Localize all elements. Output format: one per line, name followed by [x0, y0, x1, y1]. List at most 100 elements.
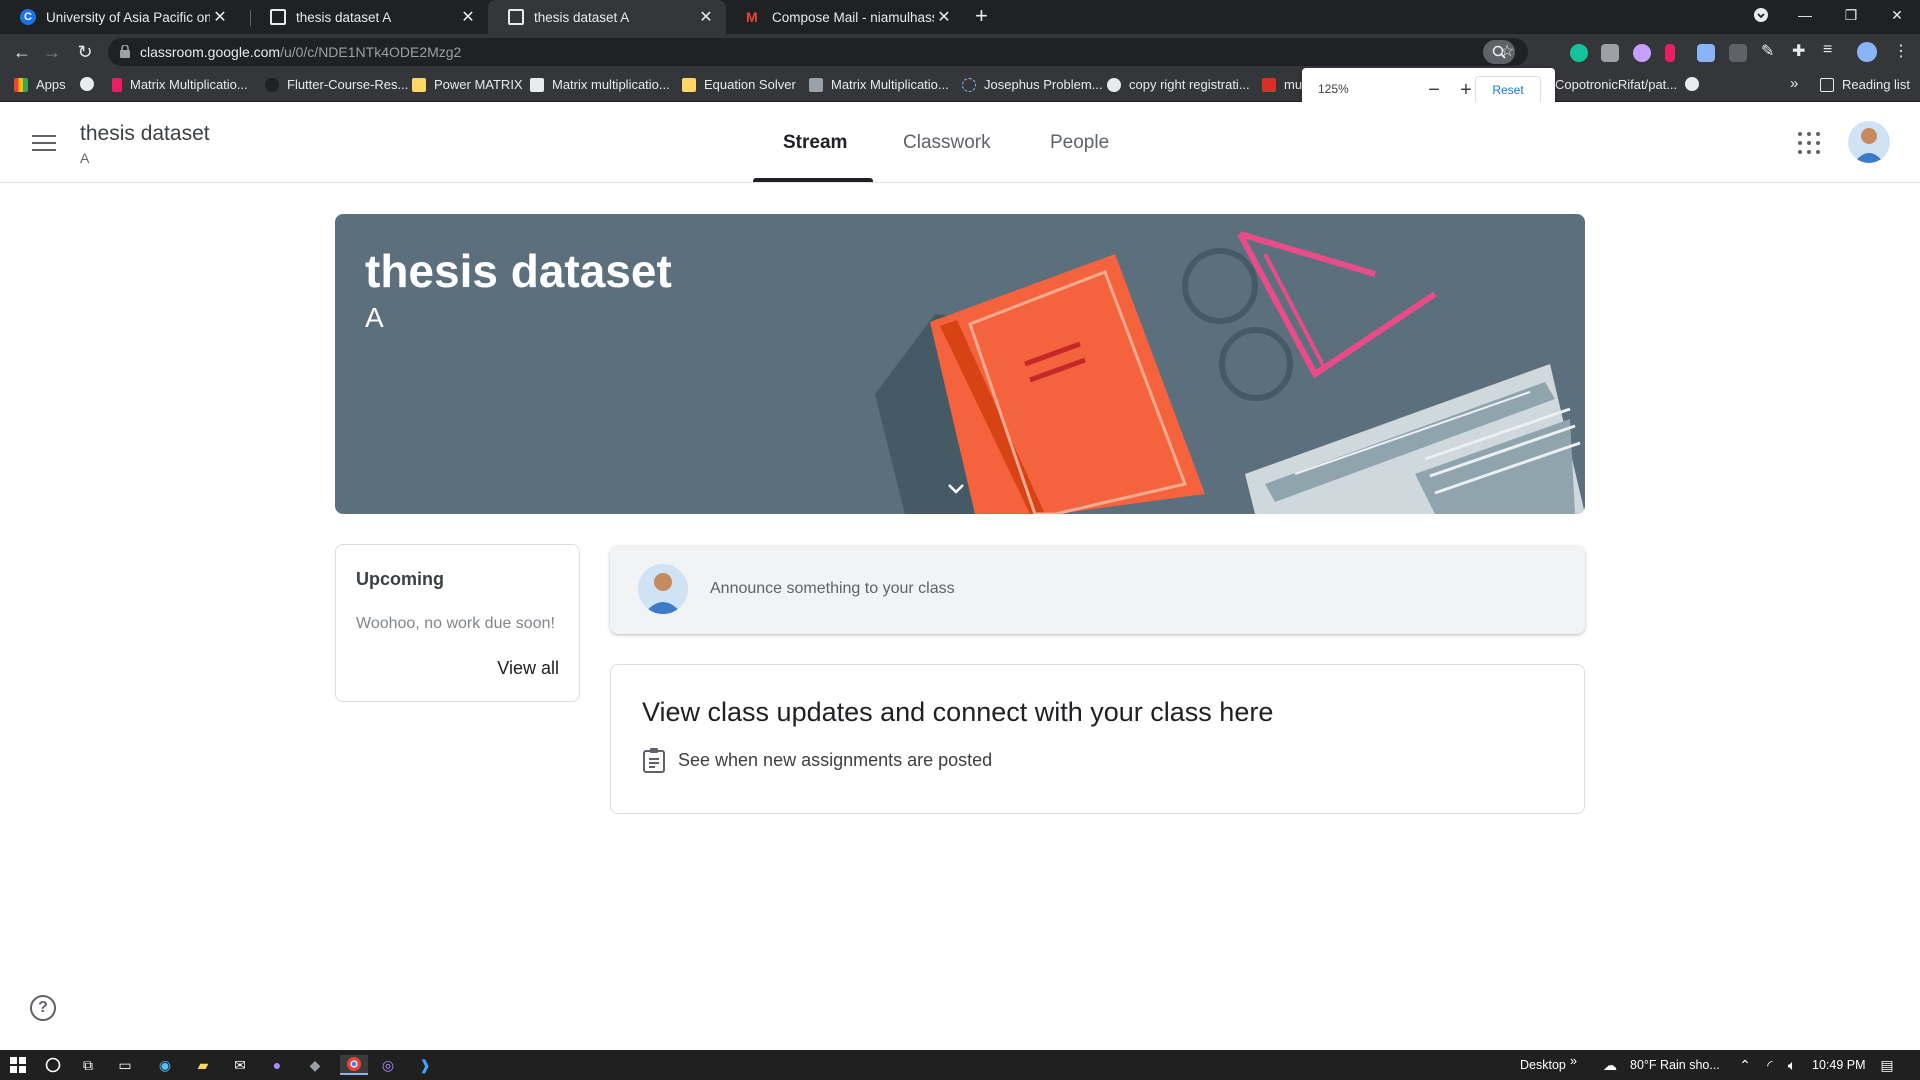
browser-tab-active[interactable]: thesis dataset A ✕: [488, 0, 726, 34]
bookmark-favicon-icon: [112, 77, 122, 92]
flag-extension-icon[interactable]: [1665, 44, 1675, 62]
bookmark-item[interactable]: Matrix multiplicatio...: [530, 77, 670, 92]
github-icon: [265, 77, 279, 92]
new-tab-plus-icon[interactable]: +: [975, 3, 988, 29]
task-view-icon[interactable]: ⧉: [78, 1055, 98, 1075]
class-title[interactable]: thesis dataset: [80, 122, 210, 146]
account-avatar[interactable]: [1848, 121, 1890, 163]
search-circle-icon[interactable]: [43, 1055, 63, 1075]
bookmark-item[interactable]: [80, 77, 102, 91]
messenger-icon[interactable]: ●: [267, 1055, 287, 1075]
screen-extension-icon[interactable]: [1729, 44, 1747, 62]
view-all-link[interactable]: View all: [497, 658, 559, 679]
google-apps-icon[interactable]: [1798, 132, 1820, 154]
extension-icon[interactable]: [1633, 44, 1651, 62]
tab-title: University of Asia Pacific on Cou: [46, 9, 210, 25]
chevron-down-icon[interactable]: [947, 482, 965, 500]
help-icon[interactable]: ?: [30, 995, 56, 1021]
tab-title: Compose Mail - niamulhassan6: [772, 9, 934, 25]
updates-item: See when new assignments are posted: [642, 747, 992, 773]
close-tab-icon[interactable]: ✕: [934, 7, 954, 27]
bookmark-item[interactable]: Josephus Problem...: [962, 77, 1103, 92]
upcoming-empty-text: Woohoo, no work due soon!: [356, 615, 555, 632]
bookmark-favicon-icon: [809, 77, 823, 92]
bookmark-label: Matrix multiplicatio...: [552, 77, 670, 92]
announce-box[interactable]: Announce something to your class: [610, 546, 1585, 634]
back-arrow-icon[interactable]: ←: [10, 40, 34, 64]
browser-tab[interactable]: M Compose Mail - niamulhassan6 ✕: [726, 0, 964, 34]
desktop-toolbar-label[interactable]: Desktop: [1520, 1058, 1566, 1072]
tab-search-icon[interactable]: [1738, 0, 1784, 30]
reading-list-button[interactable]: Reading list: [1820, 77, 1910, 92]
classroom-favicon-icon: [508, 9, 524, 25]
close-tab-icon[interactable]: ✕: [696, 7, 716, 27]
desktop-toolbar-chevron[interactable]: »: [1570, 1054, 1577, 1068]
browser-tab[interactable]: C University of Asia Pacific on Cou ✕: [0, 0, 240, 34]
bookmark-item[interactable]: Equation Solver: [682, 77, 796, 92]
reload-icon[interactable]: ↻: [73, 40, 97, 64]
vscode-icon[interactable]: ❱: [415, 1055, 435, 1075]
volume-icon[interactable]: 🔈︎: [1782, 1055, 1802, 1075]
gmail-favicon-icon: M: [746, 9, 758, 25]
weather-text[interactable]: 80°F Rain sho...: [1630, 1058, 1720, 1072]
clock-time[interactable]: 10:49 PM: [1812, 1058, 1866, 1072]
bookmark-item[interactable]: CopotronicRifat/pat...: [1555, 77, 1677, 92]
bookmark-favicon-icon: [530, 77, 544, 92]
bookmark-item[interactable]: Matrix Multiplicatio...: [809, 77, 949, 92]
banner-section: A: [365, 302, 384, 333]
terminal-icon[interactable]: ▭: [115, 1055, 135, 1075]
more-bookmarks-chevron[interactable]: »: [1790, 75, 1798, 92]
github-desktop-icon[interactable]: ◎: [378, 1055, 398, 1075]
browser-tab[interactable]: thesis dataset A ✕: [250, 0, 488, 34]
notifications-icon[interactable]: ▤: [1877, 1055, 1897, 1075]
profile-avatar-icon[interactable]: [1857, 42, 1877, 62]
bookmark-item[interactable]: Power MATRIX: [412, 77, 523, 92]
bookmark-item[interactable]: copy right registrati...: [1107, 77, 1250, 92]
lock-icon: [120, 44, 130, 63]
globe-icon: [80, 77, 94, 91]
more-menu-icon[interactable]: ⋮: [1893, 41, 1909, 61]
bookmark-apps[interactable]: Apps: [14, 77, 66, 92]
forward-arrow-icon[interactable]: →: [40, 40, 64, 64]
hamburger-menu-icon[interactable]: [30, 130, 58, 156]
browser-tab-strip: C University of Asia Pacific on Cou ✕ th…: [0, 0, 1920, 34]
game-app-icon[interactable]: ◆: [305, 1055, 325, 1075]
assignment-clipboard-icon: [643, 748, 665, 773]
media-control-icon[interactable]: ≡: [1823, 41, 1832, 59]
tab-classwork[interactable]: Classwork: [903, 132, 991, 154]
bookmark-item[interactable]: [1685, 77, 1707, 91]
bookmark-item[interactable]: mu: [1262, 77, 1302, 92]
bookmark-label: Apps: [36, 77, 66, 92]
bookmark-star-icon[interactable]: ☆: [1500, 41, 1514, 61]
bookmark-label: Matrix Multiplicatio...: [831, 77, 949, 92]
bookmark-item[interactable]: Matrix Multiplicatio...: [112, 77, 248, 92]
close-tab-icon[interactable]: ✕: [458, 7, 478, 27]
wifi-icon[interactable]: ◜: [1760, 1055, 1780, 1075]
file-explorer-icon[interactable]: ▰: [193, 1055, 213, 1075]
zoom-reset-button[interactable]: Reset: [1475, 76, 1541, 104]
windows-start-icon[interactable]: [8, 1055, 28, 1075]
mail-icon[interactable]: ✉: [230, 1055, 250, 1075]
restore-icon[interactable]: ❐: [1828, 0, 1874, 30]
grammarly-extension-icon[interactable]: [1570, 44, 1588, 62]
tab-stream[interactable]: Stream: [783, 132, 847, 154]
pen-extension-icon[interactable]: ✎: [1761, 41, 1774, 61]
edge-browser-icon[interactable]: ◉: [155, 1055, 175, 1075]
address-bar[interactable]: classroom.google.com/u/0/c/NDE1NTk4ODE2M…: [108, 38, 1528, 66]
bookmark-item[interactable]: Flutter-Course-Res...: [265, 77, 408, 92]
close-tab-icon[interactable]: ✕: [210, 7, 230, 27]
camera-extension-icon[interactable]: [1601, 44, 1619, 62]
bookmark-favicon-icon: [1262, 77, 1276, 92]
bookmark-favicon-icon: [412, 77, 426, 92]
tab-people[interactable]: People: [1050, 132, 1109, 154]
show-hidden-icons-chevron-icon[interactable]: ⌃: [1735, 1055, 1755, 1075]
puzzle-extensions-icon[interactable]: ✚: [1792, 41, 1805, 61]
classroom-header: thesis dataset A Stream Classwork People: [0, 102, 1920, 183]
download-extension-icon[interactable]: [1697, 44, 1715, 62]
bookmark-label: copy right registrati...: [1129, 77, 1250, 92]
minimize-icon[interactable]: —: [1782, 0, 1828, 30]
close-window-icon[interactable]: ✕: [1874, 0, 1920, 30]
banner-title: thesis dataset: [365, 245, 672, 297]
zoom-out-button[interactable]: −: [1420, 76, 1448, 104]
chrome-taskbar-icon[interactable]: [340, 1055, 368, 1075]
